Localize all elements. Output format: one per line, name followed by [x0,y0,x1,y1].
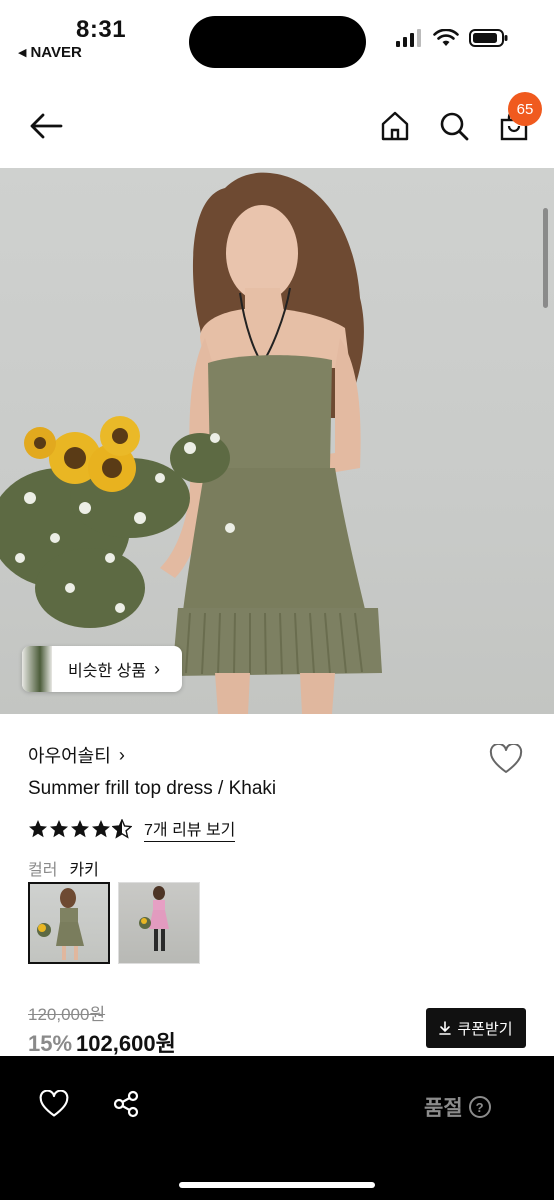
color-option-khaki[interactable] [28,882,110,964]
pink-thumbnail [139,886,169,951]
color-option-pink[interactable] [118,882,200,964]
sale-price: 102,600원 [76,1031,176,1056]
chevron-right-icon: › [118,744,125,765]
product-hero-image[interactable]: 비슷한 상품 › [0,168,554,714]
model-photo [0,172,382,714]
product-name: Summer frill top dress / Khaki [28,778,277,799]
brand-link[interactable]: 아우어솔티 › [28,742,125,768]
brand-name: 아우어솔티 [28,746,111,766]
rating-stars [28,819,132,839]
similar-thumbnail [22,646,52,692]
arrow-left-icon [30,113,63,139]
wishlist-button[interactable] [486,740,526,778]
battery-icon [469,29,508,47]
discount-rate: 15% [28,1031,73,1056]
heart-icon [489,744,523,773]
search-icon [440,112,469,141]
review-link[interactable]: 7개 리뷰 보기 [144,816,236,842]
color-label: 컬러 [28,862,58,879]
rating-row: 7개 리뷰 보기 [28,816,236,842]
signal-icon [396,29,421,47]
coupon-button[interactable]: 쿠폰받기 [426,1008,526,1048]
dynamic-island [189,16,366,68]
soldout-label: 품절 [424,1097,463,1120]
bottom-action-bar: 품절 ? [0,1056,554,1200]
cart-count-badge: 65 [508,92,542,126]
similar-products-button[interactable]: 비슷한 상품 › [22,646,182,692]
top-nav-bar: 65 [0,88,554,166]
status-icons [395,28,509,48]
share-button[interactable] [108,1086,144,1122]
star-icon [92,820,110,838]
home-indicator [179,1182,375,1188]
chevron-right-icon: › [154,658,161,679]
heart-icon [39,1090,69,1117]
soldout-status: 품절 ? [424,1092,491,1122]
bottom-wishlist-button[interactable] [36,1086,72,1122]
star-icon [50,820,68,838]
help-circle-icon[interactable]: ? [468,1096,491,1118]
original-price: 120,000원 [28,1005,106,1024]
similar-products-label: 비슷한 상품 [68,663,147,680]
share-icon [113,1090,139,1118]
home-button[interactable] [376,106,414,146]
star-icon [29,820,47,838]
image-scroll-indicator [543,208,548,308]
back-button[interactable] [26,108,66,144]
star-half-icon [112,819,132,839]
color-row: 컬러 카키 [28,856,99,880]
search-button[interactable] [434,106,474,146]
back-app-label: NAVER [30,44,82,61]
color-value: 카키 [69,862,99,879]
price-row: 15% 102,600원 [28,1026,176,1058]
wifi-icon [433,29,459,46]
status-bar: 8:31 ◀ NAVER [0,0,554,80]
star-icon [71,820,89,838]
status-time: 8:31 [76,16,127,43]
download-icon [439,1021,452,1035]
back-to-app-link[interactable]: ◀ NAVER [18,44,82,61]
home-icon [381,111,409,141]
khaki-thumbnail [37,888,84,960]
back-triangle-icon: ◀ [18,47,27,59]
coupon-label: 쿠폰받기 [457,1020,513,1038]
